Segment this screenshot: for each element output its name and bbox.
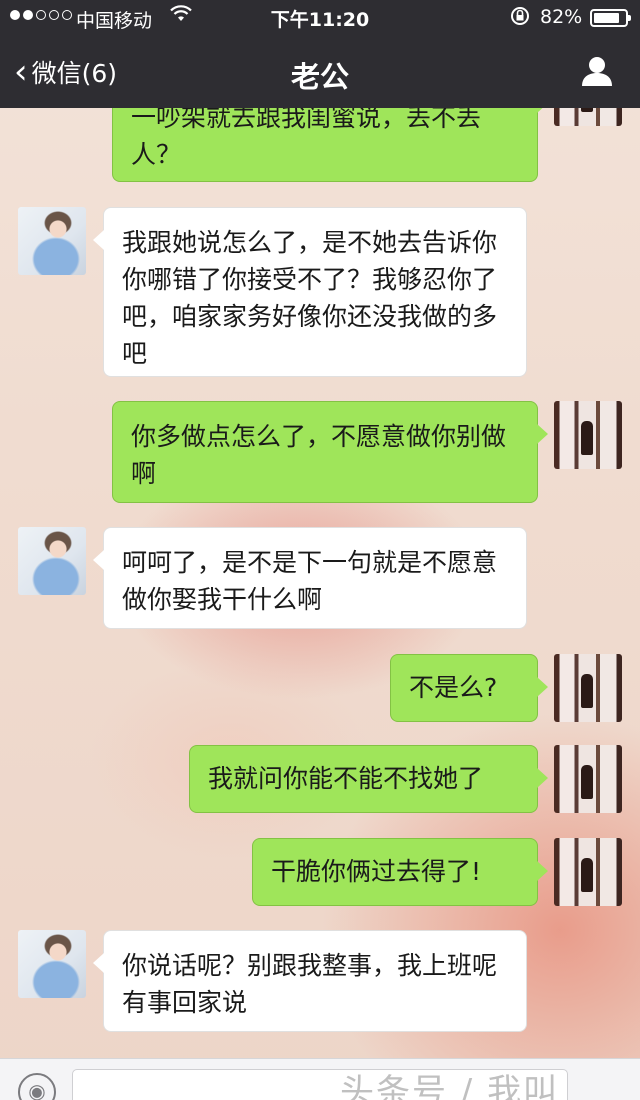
message-bubble-incoming[interactable]: 我跟她说怎么了，是不她去告诉你你哪错了你接受不了？我够忍你了吧，咱家家务好像你还… [93, 207, 527, 377]
watermark-text: 头条号 / 我叫 [340, 1072, 560, 1100]
message-bubble-outgoing[interactable]: 不是么? [390, 654, 548, 722]
contact-avatar[interactable] [18, 207, 86, 275]
message-bubble-outgoing[interactable]: 你多做点怎么了，不愿意做你别做啊 [112, 401, 548, 503]
top-bar: 中国移动 下午11:20 82% ‹ 微信(6) 老公 [0, 0, 640, 108]
message-text: 一吵架就去跟我闺蜜说，丢不丢人？ [131, 103, 482, 169]
message-bubble-outgoing[interactable]: 干脆你俩过去得了! [252, 838, 548, 906]
message-text: 呵呵了，是不是下一句就是不愿意做你娶我干什么啊 [122, 548, 498, 614]
my-avatar[interactable] [554, 745, 622, 813]
message-bubble-outgoing[interactable]: 我就问你能不能不找她了 [189, 745, 548, 813]
message-bubble-incoming[interactable]: 你说话呢？别跟我整事，我上班呢 有事回家说 [93, 930, 527, 1032]
message-text: 你多做点怎么了，不愿意做你别做啊 [131, 422, 507, 488]
chat-title: 老公 [290, 60, 349, 94]
message-text: 干脆你俩过去得了! [271, 857, 482, 886]
battery-percent: 82% [540, 6, 583, 28]
my-avatar[interactable] [554, 838, 622, 906]
battery-icon [590, 9, 631, 27]
contact-avatar[interactable] [18, 527, 86, 595]
message-text: 我跟她说怎么了，是不她去告诉你你哪错了你接受不了？我够忍你了吧，咱家家务好像你还… [122, 228, 498, 368]
user-icon[interactable] [580, 54, 614, 88]
rotation-lock-icon [509, 5, 531, 32]
my-avatar[interactable] [554, 654, 622, 722]
chat-screen: 中国移动 下午11:20 82% ‹ 微信(6) 老公 一吵架就去跟我闺蜜说，丢… [0, 0, 640, 1100]
message-text: 不是么? [409, 673, 498, 702]
message-text: 我就问你能不能不找她了 [208, 764, 484, 793]
nav-bar: ‹ 微信(6) 老公 [0, 36, 640, 108]
message-text: 你说话呢？别跟我整事，我上班呢 有事回家说 [122, 951, 498, 1017]
my-avatar[interactable] [554, 401, 622, 469]
status-bar: 中国移动 下午11:20 82% [0, 0, 640, 36]
message-bubble-incoming[interactable]: 呵呵了，是不是下一句就是不愿意做你娶我干什么啊 [93, 527, 527, 629]
contact-avatar[interactable] [18, 930, 86, 998]
voice-icon[interactable]: ◉ [18, 1073, 56, 1100]
